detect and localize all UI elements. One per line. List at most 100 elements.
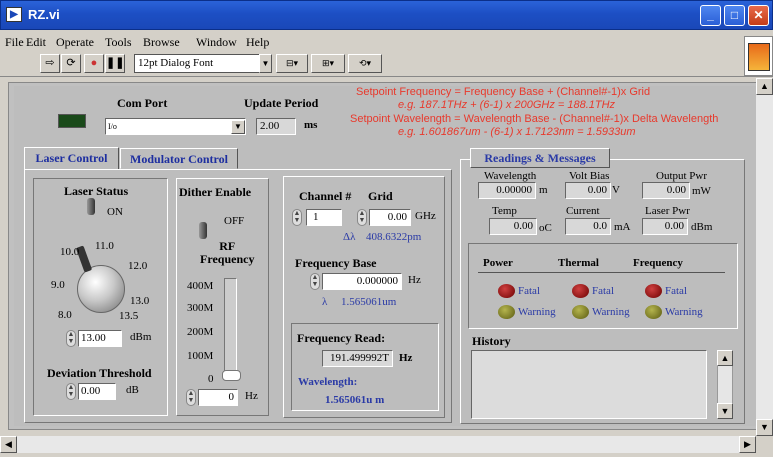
grid-spin-icon[interactable]: ▲ ▼: [357, 209, 367, 226]
alarm-header-frequency: Frequency: [633, 257, 683, 269]
menu-file[interactable]: File: [5, 35, 24, 50]
abort-icon[interactable]: ●: [84, 54, 104, 73]
labview-logo-icon: [744, 36, 773, 76]
scroll-right-icon[interactable]: ▶: [739, 436, 756, 453]
freq-base-input[interactable]: 0.000000: [322, 273, 402, 290]
history-label: History: [472, 334, 511, 348]
dither-toggle-switch[interactable]: [199, 222, 207, 239]
run-arrow-icon[interactable]: ⇨: [40, 54, 60, 73]
align-icon[interactable]: ⊟▾: [276, 54, 308, 73]
menu-browse[interactable]: Browse: [143, 35, 180, 50]
scroll-down-icon[interactable]: ▼: [756, 419, 773, 436]
deviation-spin-icon[interactable]: ▲ ▼: [66, 383, 76, 400]
power-fatal-label: Fatal: [518, 285, 540, 297]
chevron-down-icon[interactable]: ▼: [259, 54, 272, 73]
font-select[interactable]: 12pt Dialog Font: [134, 54, 272, 73]
com-port-select[interactable]: I/o: [105, 118, 246, 135]
maximize-button[interactable]: □: [724, 5, 745, 26]
rf-slider-thumb[interactable]: [222, 370, 241, 381]
com-port-prefix: I/o: [108, 122, 117, 131]
rf-tick: 300M: [187, 302, 214, 314]
run-continuous-icon[interactable]: ⟳: [61, 54, 81, 73]
deviation-unit: dB: [126, 384, 139, 396]
freq-read-label: Frequency Read:: [297, 331, 386, 345]
formula-line-2: e.g. 187.1THz + (6-1) x 200GHz = 188.1TH…: [398, 99, 616, 111]
menu-edit[interactable]: Edit: [26, 35, 46, 50]
power-input[interactable]: 13.00: [78, 330, 122, 347]
formula-line-3: Setpoint Wavelength = Wavelength Base - …: [350, 113, 719, 125]
pause-icon[interactable]: ❚❚: [105, 54, 125, 73]
output-pwr-display: 0.00: [642, 182, 690, 199]
laser-pwr-unit: dBm: [691, 221, 713, 233]
horizontal-scrollbar[interactable]: [0, 436, 756, 453]
power-knob[interactable]: [77, 265, 125, 313]
vertical-scrollbar[interactable]: [756, 78, 773, 436]
freq-base-spin-icon[interactable]: ▲ ▼: [310, 273, 320, 290]
laser-pwr-label: Laser Pwr: [645, 205, 690, 217]
app-icon: ▶: [6, 7, 22, 22]
history-scroll-up-icon[interactable]: ▲: [717, 350, 733, 366]
dither-label: Dither Enable: [179, 185, 252, 199]
knob-spin-icon[interactable]: ▲ ▼: [66, 330, 76, 347]
com-port-label: Com Port: [117, 96, 168, 110]
current-unit: mA: [614, 221, 631, 233]
knob-tick: 9.0: [51, 279, 65, 291]
history-log[interactable]: [471, 350, 707, 419]
history-scroll-down-icon[interactable]: ▼: [717, 403, 733, 419]
temp-unit: oC: [539, 222, 552, 234]
close-button[interactable]: ✕: [748, 5, 769, 26]
tab-laser-control[interactable]: Laser Control: [24, 147, 119, 170]
rf-slider-track[interactable]: [224, 278, 237, 379]
channel-spin-icon[interactable]: ▲ ▼: [292, 209, 302, 226]
distribute-icon[interactable]: ⊞▾: [311, 54, 345, 73]
window-title: RZ.vi: [28, 7, 60, 22]
menu-help[interactable]: Help: [246, 35, 269, 50]
rf-unit: Hz: [245, 390, 258, 402]
wavelength-read-label: Wavelength:: [298, 376, 358, 388]
wavelength-display: 0.00000: [478, 182, 536, 199]
knob-tick: 10.0: [60, 246, 80, 258]
grid-label: Grid: [368, 189, 393, 203]
com-port-dropdown-icon[interactable]: ▼: [231, 120, 245, 134]
laser-pwr-display: 0.00: [642, 218, 688, 235]
frequency-warning-led-icon: [645, 305, 662, 319]
menu-window[interactable]: Window: [196, 35, 237, 50]
channel-input[interactable]: 1: [306, 209, 342, 226]
volt-bias-label: Volt Bias: [569, 170, 610, 182]
lambda-symbol: λ: [322, 296, 328, 308]
menu-tools[interactable]: Tools: [105, 35, 132, 50]
reorder-icon[interactable]: ⟲▾: [348, 54, 382, 73]
laser-toggle-switch[interactable]: [87, 198, 95, 215]
channel-label: Channel #: [299, 189, 352, 203]
knob-tick: 11.0: [95, 240, 114, 252]
update-period-input[interactable]: 2.00: [256, 118, 296, 135]
minimize-button[interactable]: _: [700, 5, 721, 26]
knob-tick: 12.0: [128, 260, 148, 272]
grid-input[interactable]: 0.00: [369, 209, 411, 226]
formula-line-4: e.g. 1.601867um - (6-1) x 1.7123nm = 1.5…: [398, 126, 636, 138]
menu-operate[interactable]: Operate: [56, 35, 94, 50]
power-fatal-led-icon: [498, 284, 515, 298]
scroll-up-icon[interactable]: ▲: [756, 78, 773, 95]
power-unit: dBm: [130, 331, 152, 343]
readings-title: Readings & Messages: [470, 148, 610, 168]
formula-line-1: Setpoint Frequency = Frequency Base + (C…: [356, 86, 651, 98]
laser-status-label: Laser Status: [64, 184, 129, 198]
output-pwr-label: Output Pwr: [656, 170, 708, 182]
alarms-divider: [478, 272, 725, 273]
knob-tick: 13.5: [119, 310, 139, 322]
scroll-corner: [756, 436, 773, 453]
tab-modulator-control[interactable]: Modulator Control: [120, 148, 238, 169]
frequency-fatal-led-icon: [645, 284, 662, 298]
scroll-left-icon[interactable]: ◀: [0, 436, 17, 453]
rf-label: RF Frequency: [200, 239, 255, 266]
rf-spin-icon[interactable]: ▲ ▼: [186, 389, 196, 406]
thermal-fatal-led-icon: [572, 284, 589, 298]
wavelength-label: Wavelength: [484, 170, 537, 182]
rf-input[interactable]: 0: [198, 389, 238, 406]
rf-tick: 400M: [187, 280, 214, 292]
deviation-input[interactable]: 0.00: [78, 383, 116, 400]
temp-display: 0.00: [489, 218, 537, 235]
thermal-warning-led-icon: [572, 305, 589, 319]
rf-tick: 0: [208, 373, 214, 385]
